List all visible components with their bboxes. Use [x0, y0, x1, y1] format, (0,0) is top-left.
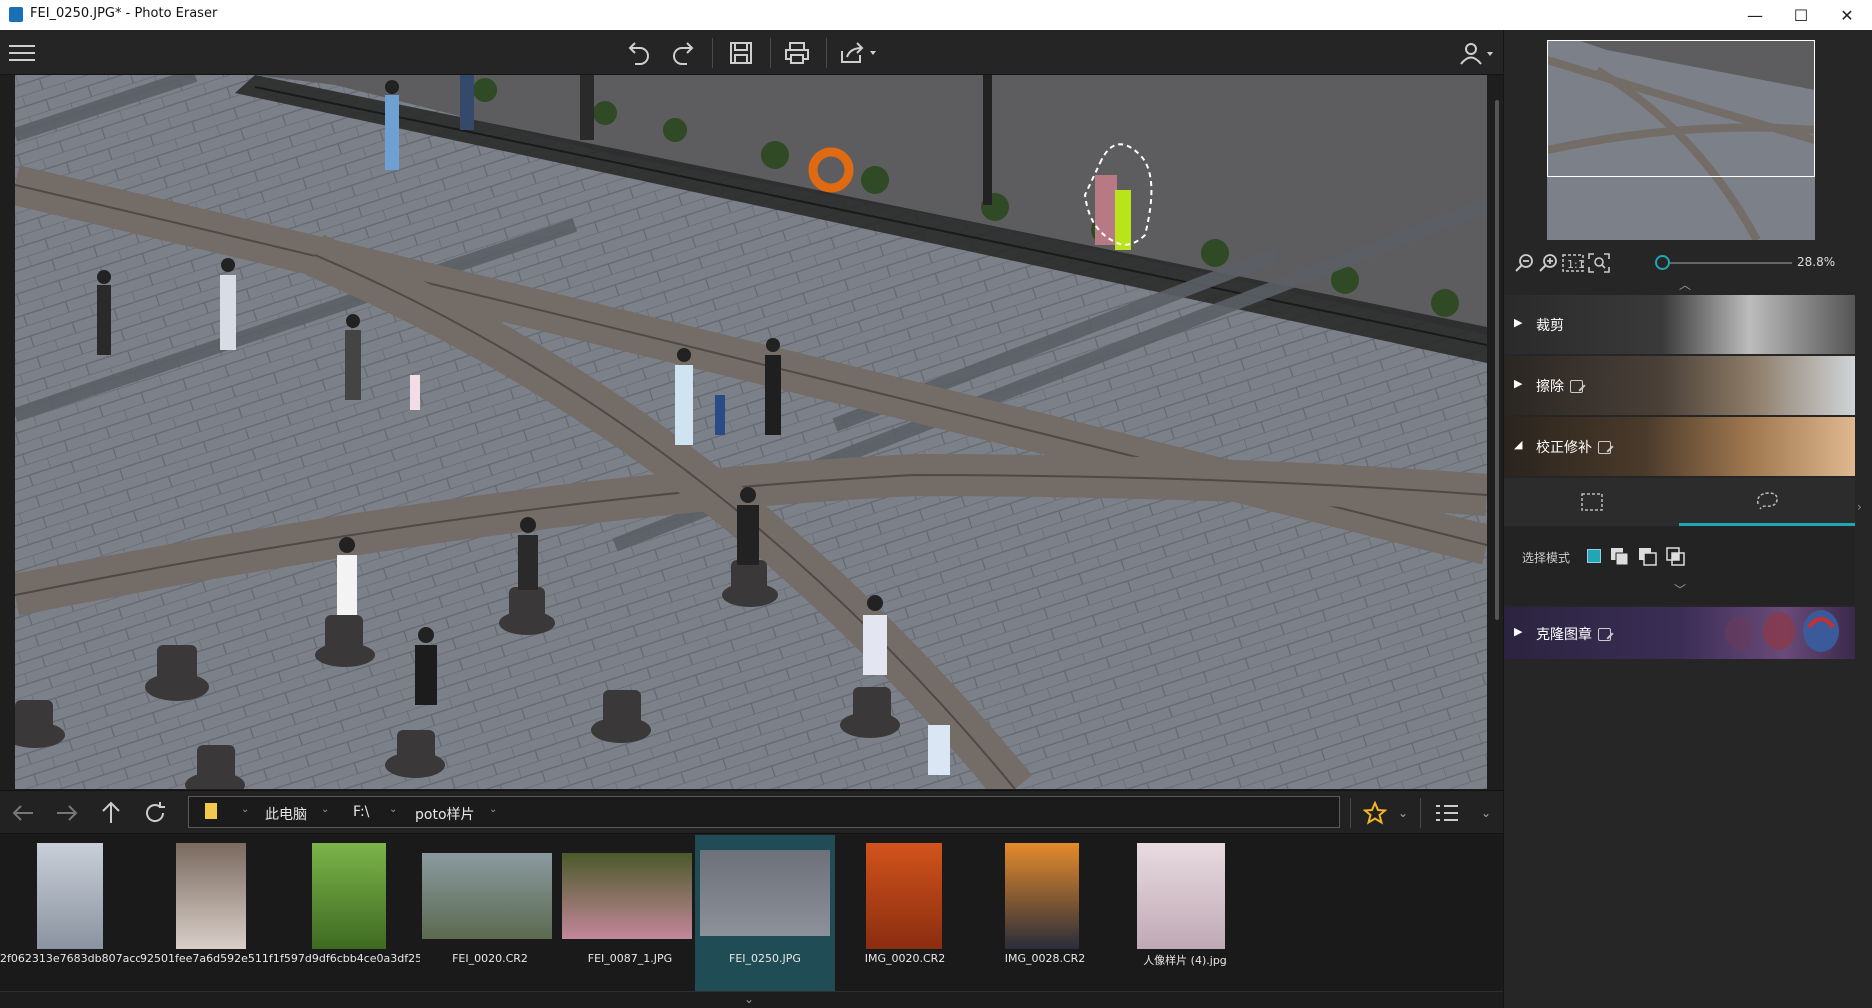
up-arrow-icon[interactable] [94, 797, 128, 829]
redo-icon[interactable] [666, 37, 700, 69]
chevron-up-icon[interactable]: ︿ [1679, 276, 1691, 293]
path-breadcrumb[interactable]: ⌄ 此电脑 ⌄ F:\ ⌄ poto样片 ⌄ [188, 796, 1340, 828]
selection-tabs [1504, 478, 1855, 526]
zoom-value: 28.8% [1797, 255, 1836, 269]
thumbnail-item-selected[interactable]: FEI_0250.JPG [695, 835, 835, 991]
strip-collapse-bar[interactable]: ⌄ [0, 991, 1503, 1008]
panel-erase[interactable]: ▶ 擦除 [1504, 356, 1855, 415]
browser-nav-bar: ⌄ 此电脑 ⌄ F:\ ⌄ poto样片 ⌄ ⌄ ⌄ [0, 790, 1503, 834]
panel-clone-stamp[interactable]: ▶ 克隆图章 [1504, 607, 1855, 659]
refresh-icon[interactable] [138, 797, 172, 829]
photo-content [15, 75, 1487, 789]
thumbnail-name: FEI_0087_1.JPG [587, 952, 673, 965]
panel-healing[interactable]: ◢ 校正修补 [1504, 417, 1855, 476]
thumbnail-name: f597d9df6cbb4ce0a3df25... [280, 952, 420, 965]
thumbnail-strip: 2f062313e7683db807acd... 92501fee7a6d592… [0, 835, 1503, 991]
panel-crop[interactable]: ▶ 裁剪 [1504, 295, 1855, 354]
chevron-down-icon[interactable]: ﹀ [1674, 581, 1686, 598]
balloon-decoration [1725, 610, 1839, 652]
thumbnail-item[interactable]: IMG_0020.CR2 [835, 835, 975, 991]
mode-new-icon[interactable] [1587, 549, 1601, 563]
right-panel: 1:1 28.8% ︿ ▶ 裁剪 ▶ 擦除 ◢ 校正修补 › 选择模式 ﹀ ▶ … [1503, 30, 1872, 1008]
selection-mode-row: 选择模式 ﹀ [1504, 527, 1855, 605]
mode-subtract-icon[interactable] [1638, 547, 1657, 566]
main-toolbar [0, 30, 1503, 75]
thumbnail-item[interactable]: FEI_0087_1.JPG [560, 835, 700, 991]
chevron-down-icon[interactable]: ⌄ [744, 992, 754, 1006]
edit-icon [1598, 627, 1611, 641]
sort-list-icon[interactable] [1430, 797, 1464, 829]
breadcrumb-item-drive[interactable]: F:\ [353, 804, 369, 820]
mode-add-icon[interactable] [1610, 547, 1629, 566]
user-icon[interactable] [1456, 37, 1498, 69]
window-title: FEI_0250.JPG* - Photo Eraser [30, 6, 218, 21]
chevron-down-icon[interactable]: ⌄ [389, 804, 397, 815]
edit-icon [1598, 440, 1611, 454]
expand-arrow-icon: ▶ [1514, 316, 1523, 329]
expand-arrow-icon: ▶ [1514, 377, 1523, 390]
chevron-down-icon[interactable]: ⌄ [1478, 797, 1494, 829]
title-bar: FEI_0250.JPG* - Photo Eraser — ☐ ✕ [0, 0, 1872, 30]
zoom-out-icon[interactable] [1514, 252, 1536, 274]
thumbnail-name: 2f062313e7683db807acd... [0, 952, 140, 965]
tab-lasso-select[interactable] [1679, 478, 1855, 526]
chevron-down-icon[interactable]: ⌄ [489, 804, 497, 815]
zoom-controls: 1:1 28.8% [1512, 252, 1867, 276]
actual-size-icon[interactable]: 1:1 [1562, 252, 1584, 274]
back-arrow-icon[interactable] [6, 797, 40, 829]
edit-icon [1570, 379, 1583, 393]
thumbnail-item[interactable]: IMG_0028.CR2 [975, 835, 1115, 991]
breadcrumb-item-folder[interactable]: poto样片 [415, 804, 475, 824]
svg-text:1:1: 1:1 [1567, 258, 1584, 271]
panel-clone-label: 克隆图章 [1536, 627, 1592, 643]
zoom-slider-knob[interactable] [1655, 255, 1670, 270]
panel-crop-label: 裁剪 [1536, 318, 1564, 334]
thumbnail-item[interactable]: 人像样片 (4).jpg [1115, 835, 1255, 991]
thumbnail-item[interactable]: 2f062313e7683db807acd... [0, 835, 140, 991]
share-icon[interactable] [836, 37, 880, 69]
panel-healing-label: 校正修补 [1536, 440, 1592, 456]
lasso-select-icon [1756, 491, 1778, 509]
thumbnail-name: IMG_0020.CR2 [864, 952, 946, 965]
hamburger-icon[interactable] [6, 37, 38, 69]
chevron-down-icon[interactable]: ⌄ [1395, 797, 1411, 829]
star-icon[interactable] [1360, 797, 1390, 829]
navigator-preview[interactable] [1547, 40, 1815, 240]
canvas-scrollbar[interactable] [1495, 100, 1499, 620]
image-canvas[interactable] [15, 75, 1487, 789]
thumbnail-item[interactable]: 92501fee7a6d592e511f1... [140, 835, 280, 991]
undo-icon[interactable] [622, 37, 656, 69]
forward-arrow-icon[interactable] [50, 797, 84, 829]
chevron-down-icon[interactable]: ⌄ [241, 804, 249, 815]
breadcrumb-item-pc[interactable]: 此电脑 [265, 804, 307, 824]
thumbnail-name: IMG_0028.CR2 [1004, 952, 1086, 965]
thumbnail-name: FEI_0020.CR2 [452, 952, 528, 965]
thumbnail-name: FEI_0250.JPG [729, 952, 801, 965]
expand-arrow-icon: ▶ [1514, 625, 1523, 638]
thumbnail-name: 92501fee7a6d592e511f1... [140, 952, 280, 965]
chevron-down-icon[interactable]: ⌄ [321, 804, 329, 815]
fit-screen-icon[interactable] [1588, 252, 1610, 274]
selection-mode-label: 选择模式 [1522, 551, 1571, 565]
folder-icon [205, 803, 217, 819]
rect-select-icon [1580, 493, 1603, 511]
tab-rect-select[interactable] [1504, 478, 1679, 526]
thumbnail-name: 人像样片 (4).jpg [1143, 954, 1227, 967]
app-icon [9, 7, 23, 22]
zoom-slider[interactable] [1657, 262, 1792, 264]
panel-erase-label: 擦除 [1536, 379, 1564, 395]
thumbnail-item[interactable]: FEI_0020.CR2 [420, 835, 560, 991]
close-button[interactable]: ✕ [1824, 0, 1870, 30]
minimize-button[interactable]: — [1732, 0, 1778, 30]
panel-expand-handle-icon[interactable]: › [1857, 500, 1862, 514]
zoom-in-icon[interactable] [1538, 252, 1560, 274]
print-icon[interactable] [780, 37, 814, 69]
save-icon[interactable] [724, 37, 758, 69]
mode-intersect-icon[interactable] [1666, 547, 1685, 566]
thumbnail-item[interactable]: f597d9df6cbb4ce0a3df25... [280, 835, 420, 991]
maximize-button[interactable]: ☐ [1778, 0, 1824, 30]
collapse-arrow-icon: ◢ [1514, 438, 1523, 451]
